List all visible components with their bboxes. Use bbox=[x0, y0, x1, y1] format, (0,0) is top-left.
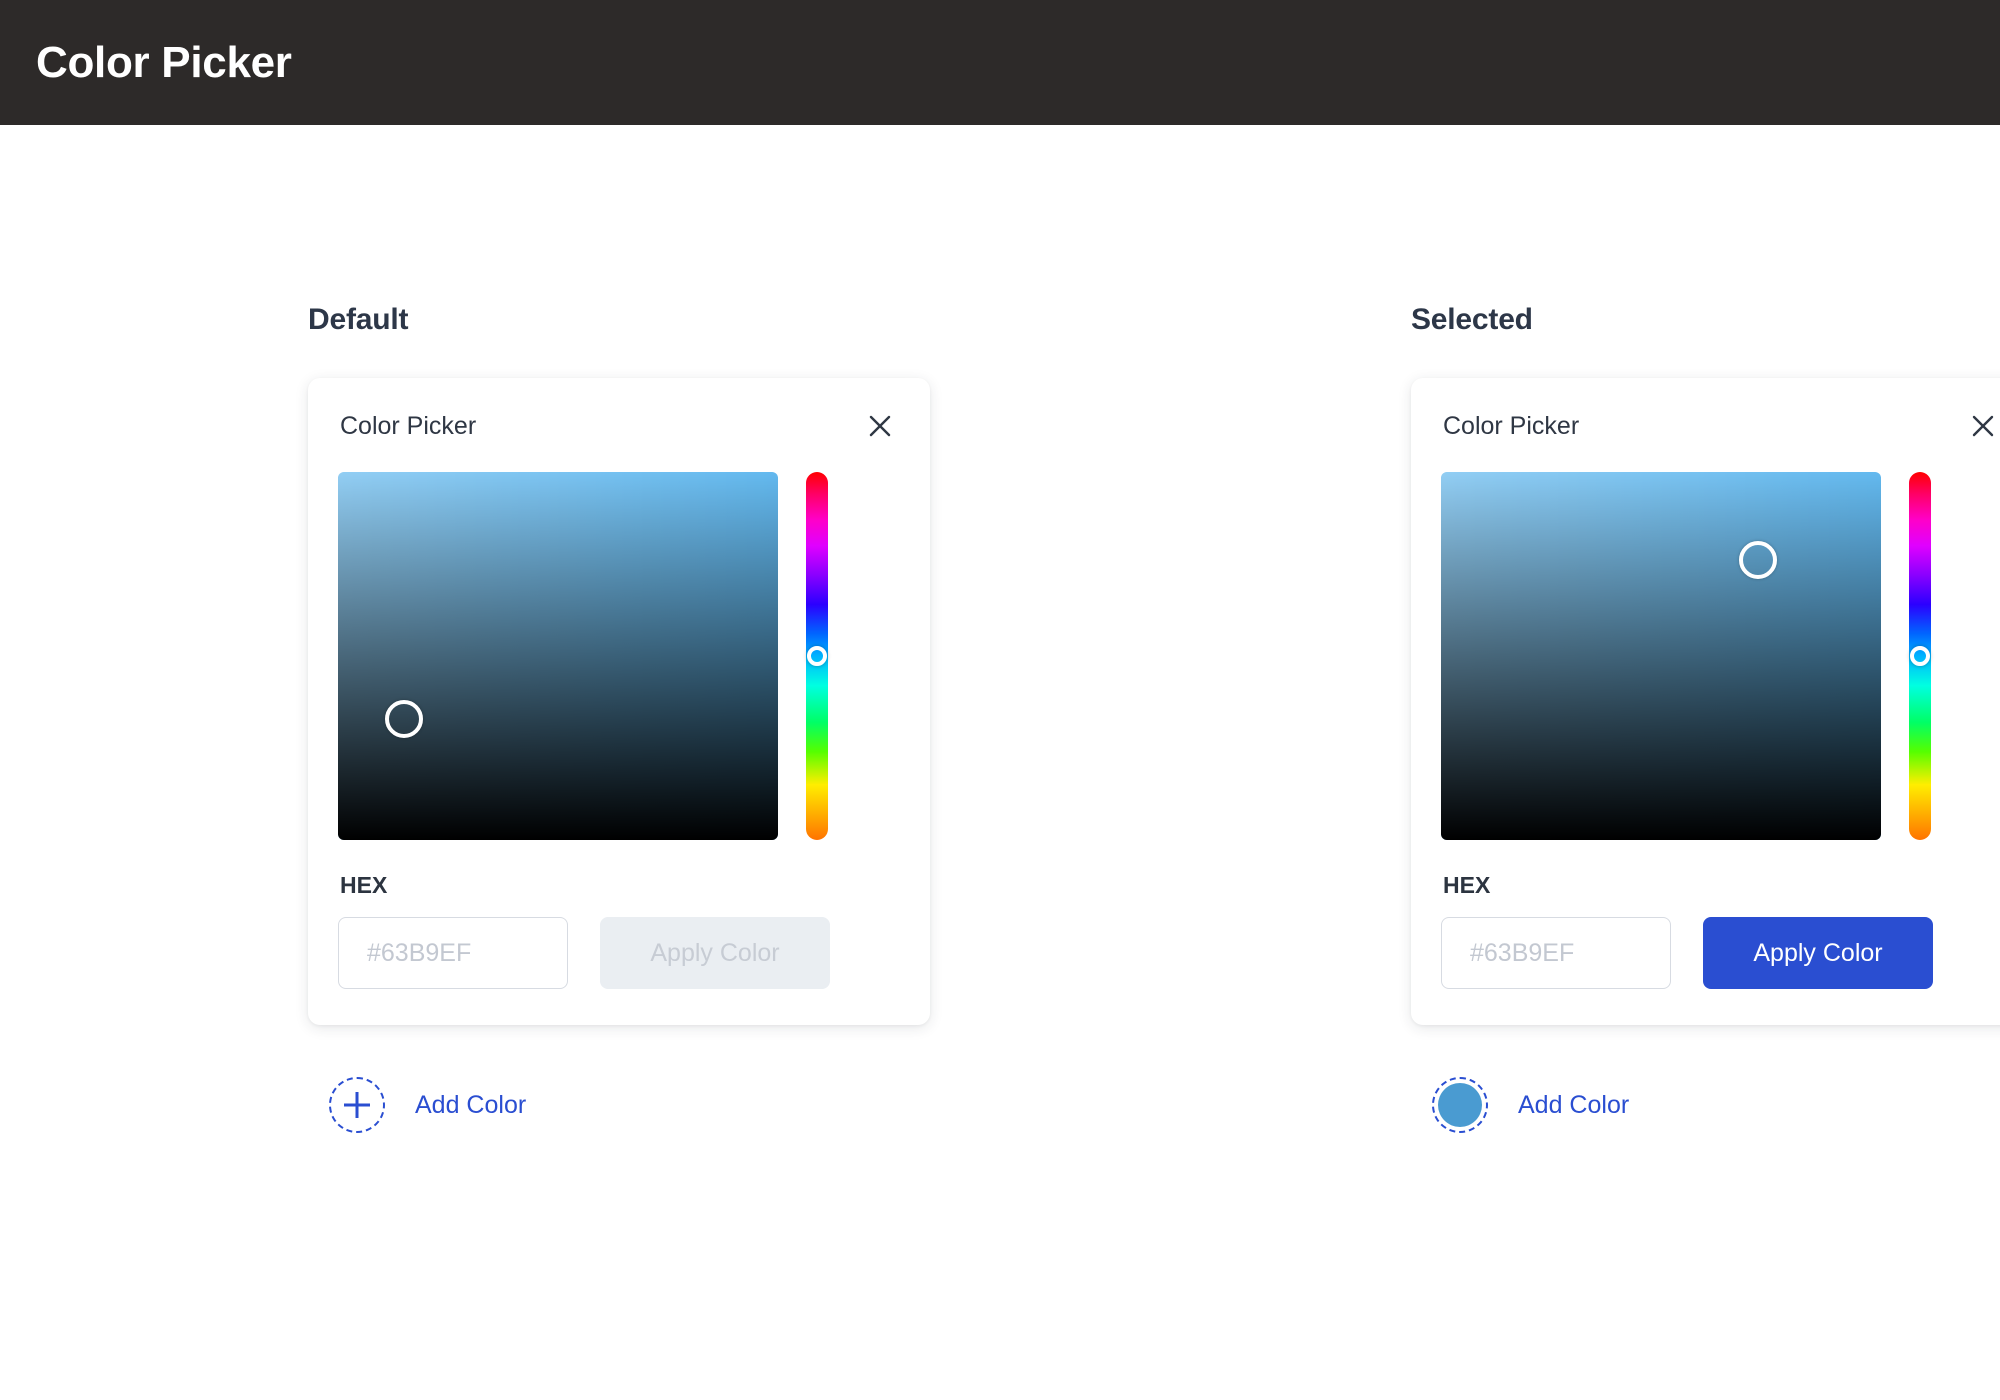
card-title: Color Picker bbox=[340, 411, 477, 440]
card-header: Color Picker bbox=[1441, 408, 2000, 444]
saturation-value-handle[interactable] bbox=[385, 699, 423, 738]
close-icon-glyph bbox=[869, 415, 891, 437]
hue-slider-handle[interactable] bbox=[807, 646, 827, 666]
value-gradient-overlay bbox=[1441, 472, 1881, 840]
add-color-row[interactable]: Add Color bbox=[308, 1077, 526, 1133]
saturation-value-area[interactable] bbox=[1441, 472, 1881, 840]
value-gradient-overlay bbox=[338, 472, 778, 840]
hex-input[interactable] bbox=[338, 917, 568, 989]
saturation-value-area[interactable] bbox=[338, 472, 778, 840]
plus-icon bbox=[344, 1092, 370, 1118]
column-default: Default Color Picker HEX #63B9EF Apply C… bbox=[308, 305, 930, 1133]
apply-color-button[interactable]: Apply Color bbox=[1703, 917, 1933, 989]
add-color-label: Add Color bbox=[1518, 1090, 1630, 1119]
hue-slider[interactable] bbox=[806, 472, 828, 840]
column-selected: Selected Color Picker HEX #63B9EF Apply … bbox=[1411, 305, 2000, 1133]
hex-row: Apply Color bbox=[1441, 917, 2000, 989]
add-color-swatch[interactable] bbox=[329, 1077, 385, 1133]
hex-label: HEX bbox=[340, 872, 388, 898]
hex-input[interactable] bbox=[1441, 917, 1671, 989]
add-color-label: Add Color bbox=[415, 1090, 527, 1119]
hex-row: Apply Color bbox=[338, 917, 900, 989]
color-swatch-icon bbox=[1438, 1083, 1482, 1127]
add-color-swatch[interactable] bbox=[1432, 1077, 1488, 1133]
hex-label: HEX bbox=[1443, 872, 1491, 898]
close-icon[interactable] bbox=[1965, 408, 2000, 444]
section-heading-default: Default bbox=[308, 303, 409, 336]
page-content: Default Color Picker HEX #63B9EF Apply C… bbox=[0, 125, 2000, 1133]
color-picker-card-default: Color Picker HEX #63B9EF Apply Color bbox=[308, 378, 930, 1025]
hue-slider[interactable] bbox=[1909, 472, 1931, 840]
picker-body bbox=[1441, 472, 2000, 840]
hue-slider-handle[interactable] bbox=[1910, 646, 1930, 666]
color-picker-card-selected: Color Picker HEX #63B9EF Apply Color bbox=[1411, 378, 2000, 1025]
add-color-row[interactable]: Add Color bbox=[1411, 1077, 1629, 1133]
saturation-value-handle[interactable] bbox=[1738, 541, 1777, 580]
app-title: Color Picker bbox=[36, 37, 292, 87]
picker-columns: Default Color Picker HEX #63B9EF Apply C… bbox=[0, 125, 2000, 1133]
close-icon-glyph bbox=[1972, 415, 1994, 437]
section-heading-selected: Selected bbox=[1411, 303, 1533, 336]
apply-color-button[interactable]: Apply Color bbox=[600, 917, 830, 989]
card-header: Color Picker bbox=[338, 408, 900, 444]
app-header: Color Picker bbox=[0, 0, 2000, 125]
card-title: Color Picker bbox=[1443, 411, 1580, 440]
close-icon[interactable] bbox=[862, 408, 898, 444]
picker-body bbox=[338, 472, 900, 840]
